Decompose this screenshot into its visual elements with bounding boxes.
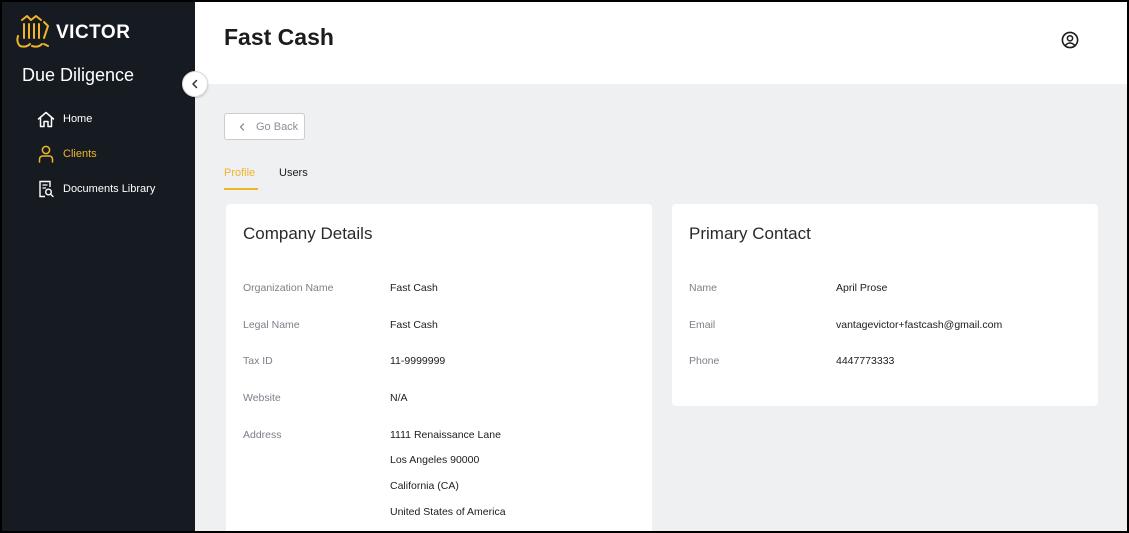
card-title: Primary Contact: [689, 224, 811, 243]
home-icon: [36, 109, 56, 129]
sidebar: VICTOR Due Diligence Home Clients Docume…: [2, 2, 195, 531]
app-title: Due Diligence: [22, 65, 135, 85]
tab-users[interactable]: Users: [279, 167, 308, 179]
field-label: Tax ID: [243, 355, 273, 367]
lion-logo-icon: [16, 15, 49, 48]
page-header: Fast Cash: [195, 2, 1127, 84]
field-value: 11-9999999: [390, 355, 446, 367]
user-icon: [36, 144, 56, 164]
chevron-left-icon: [239, 122, 245, 131]
account-icon[interactable]: [1061, 31, 1079, 49]
logo[interactable]: VICTOR: [14, 14, 130, 50]
primary-contact-card: Primary Contact Name April Prose Email v…: [672, 204, 1098, 406]
chevron-left-icon: [192, 79, 198, 89]
tab-profile[interactable]: Profile: [224, 167, 255, 179]
field-value: Fast Cash: [390, 282, 438, 294]
sidebar-item-label: Clients: [63, 148, 97, 160]
field-label: Legal Name: [243, 319, 300, 331]
field-value: vantagevictor+fastcash@gmail.com: [836, 319, 1003, 331]
field-value: 4447773333: [836, 355, 895, 367]
go-back-button[interactable]: Go Back: [224, 113, 305, 140]
page-title: Fast Cash: [224, 24, 334, 50]
field-value: Fast Cash: [390, 319, 438, 331]
field-label: Phone: [689, 355, 720, 367]
field-label: Name: [689, 282, 718, 294]
field-label: Organization Name: [243, 282, 334, 294]
active-tab-indicator: [224, 188, 258, 190]
field-value: April Prose: [836, 282, 888, 294]
sidebar-item-label: Home: [63, 113, 93, 125]
field-label: Website: [243, 392, 281, 404]
address-line: Los Angeles 90000: [390, 454, 480, 466]
card-title: Company Details: [243, 224, 373, 243]
app-window: VICTOR Due Diligence Home Clients Docume…: [0, 0, 1129, 533]
address-line: California (CA): [390, 480, 459, 492]
field-label: Address: [243, 429, 282, 441]
go-back-label: Go Back: [256, 120, 299, 133]
field-label: Email: [689, 319, 716, 331]
company-details-card: Company Details Organization Name Fast C…: [226, 204, 652, 531]
address-line: United States of America: [390, 506, 506, 518]
sidebar-item-home[interactable]: Home: [36, 109, 92, 129]
sidebar-item-documents-library[interactable]: Documents Library: [36, 179, 155, 199]
collapse-sidebar-button[interactable]: [182, 71, 208, 97]
address-line: 1111 Renaissance Lane: [390, 429, 501, 441]
field-value: N/A: [390, 392, 408, 404]
sidebar-item-clients[interactable]: Clients: [36, 144, 97, 164]
brand-name: VICTOR: [56, 22, 131, 43]
document-search-icon: [36, 179, 56, 199]
sidebar-item-label: Documents Library: [63, 183, 156, 195]
